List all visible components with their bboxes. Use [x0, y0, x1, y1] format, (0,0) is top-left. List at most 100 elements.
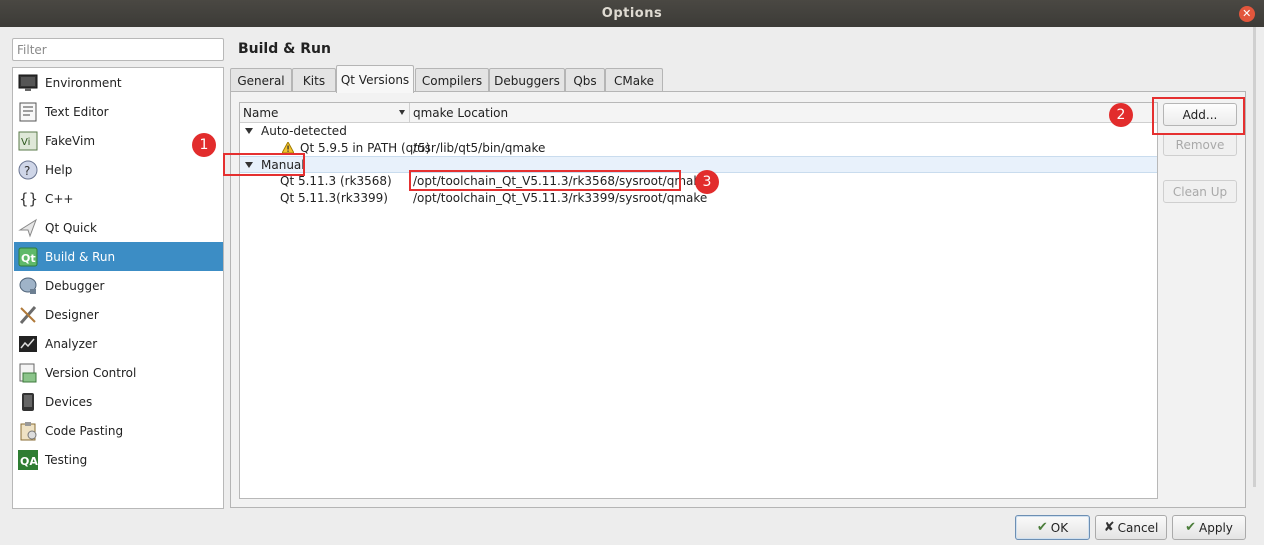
tab-debuggers[interactable]: Debuggers — [489, 68, 565, 92]
remove-button[interactable]: Remove — [1163, 133, 1237, 156]
column-separator[interactable] — [409, 103, 410, 123]
window-title: Options — [601, 6, 663, 21]
window-close-button[interactable]: ✕ — [1239, 6, 1255, 22]
ok-button[interactable]: ✔ OK — [1015, 515, 1090, 540]
tab-qbs[interactable]: Qbs — [565, 68, 605, 92]
category-testing[interactable]: QA Testing — [14, 445, 223, 474]
category-label: Analyzer — [45, 336, 98, 351]
ok-label: OK — [1050, 520, 1069, 535]
cancel-button[interactable]: ✘ Cancel — [1095, 515, 1167, 540]
filter-input[interactable] — [12, 38, 224, 61]
category-label: C++ — [45, 191, 74, 206]
tab-label: Debuggers — [494, 73, 560, 88]
page-title: Build & Run — [238, 41, 331, 57]
tree-row[interactable]: Qt 5.9.5 in PATH (qt5) /usr/lib/qt5/bin/… — [240, 140, 1157, 157]
apply-label: Apply — [1199, 520, 1233, 535]
category-label: Designer — [45, 307, 99, 322]
tree-header: Name qmake Location — [240, 103, 1157, 123]
tree-row[interactable]: Qt 5.11.3(rk3399) /opt/toolchain_Qt_V5.1… — [240, 190, 1157, 207]
category-label: Help — [45, 162, 73, 177]
svg-text:QA: QA — [20, 455, 38, 468]
tab-cmake[interactable]: CMake — [605, 68, 663, 92]
category-help[interactable]: ? Help — [14, 155, 223, 184]
column-header-qmake-location[interactable]: qmake Location — [413, 106, 508, 120]
qmake-location: /usr/lib/qt5/bin/qmake — [413, 141, 546, 155]
checkmark-icon: ✔ — [1185, 520, 1196, 535]
tab-label: CMake — [614, 73, 654, 88]
fakevim-icon: Vi — [17, 130, 39, 152]
category-label: Text Editor — [45, 104, 109, 119]
version-control-icon — [17, 362, 39, 384]
qt-version-name: Qt 5.11.3 (rk3568) — [280, 174, 392, 188]
annotation-number-2: 2 — [1109, 103, 1133, 127]
category-label: Build & Run — [45, 249, 116, 264]
tab-label: Qt Versions — [340, 72, 410, 87]
annotation-box-qmake-path — [409, 170, 681, 191]
category-label: Qt Quick — [45, 220, 97, 235]
annotation-box-add — [1152, 97, 1245, 135]
category-version-control[interactable]: Version Control — [14, 358, 223, 387]
column-header-name[interactable]: Name — [243, 106, 278, 120]
svg-text:Qt: Qt — [21, 252, 36, 265]
qt-version-name: Qt 5.9.5 in PATH (qt5) — [300, 141, 431, 155]
cross-icon: ✘ — [1103, 520, 1115, 535]
apply-button[interactable]: ✔ Apply — [1172, 515, 1246, 540]
annotation-number-3: 3 — [695, 170, 719, 194]
category-designer[interactable]: Designer — [14, 300, 223, 329]
category-label: Debugger — [45, 278, 105, 293]
expand-arrow-icon[interactable] — [245, 128, 253, 134]
tab-qt-versions[interactable]: Qt Versions — [336, 65, 414, 93]
group-label: Auto-detected — [261, 124, 347, 138]
category-build-run[interactable]: Qt Build & Run — [14, 242, 223, 271]
tab-kits[interactable]: Kits — [292, 68, 336, 92]
category-label: Devices — [45, 394, 93, 409]
tab-label: Kits — [302, 73, 326, 88]
chevron-down-icon — [399, 110, 405, 115]
close-icon: ✕ — [1242, 7, 1252, 20]
tab-label: Compilers — [421, 73, 483, 88]
category-devices[interactable]: Devices — [14, 387, 223, 416]
cleanup-button[interactable]: Clean Up — [1163, 180, 1237, 203]
cpp-braces-icon: {} — [17, 188, 39, 210]
tree-group-manual[interactable]: Manual — [240, 156, 1157, 173]
category-code-pasting[interactable]: Code Pasting — [14, 416, 223, 445]
code-pasting-icon — [17, 420, 39, 442]
category-label: Version Control — [45, 365, 137, 380]
category-analyzer[interactable]: Analyzer — [14, 329, 223, 358]
checkmark-icon: ✔ — [1036, 520, 1048, 535]
text-editor-icon — [17, 101, 39, 123]
category-environment[interactable]: Environment — [14, 68, 223, 97]
category-list: Environment Text Editor Vi FakeVim ? Hel… — [12, 67, 224, 509]
tab-label: Qbs — [573, 73, 597, 88]
window-titlebar: Options ✕ — [0, 0, 1264, 27]
monitor-icon — [17, 72, 39, 94]
tab-label: General — [237, 73, 285, 88]
category-label: FakeVim — [45, 133, 96, 148]
category-debugger[interactable]: Debugger — [14, 271, 223, 300]
category-label: Environment — [45, 75, 122, 90]
tab-compilers[interactable]: Compilers — [415, 68, 489, 92]
category-qt-quick[interactable]: Qt Quick — [14, 213, 223, 242]
analyzer-icon — [17, 333, 39, 355]
window-edge-divider — [1253, 27, 1256, 487]
devices-icon — [17, 391, 39, 413]
annotation-number-1: 1 — [192, 133, 216, 157]
help-icon: ? — [17, 159, 39, 181]
category-cpp[interactable]: {} C++ — [14, 184, 223, 213]
qt-versions-tree[interactable]: Name qmake Location Auto-detected Qt 5.9… — [239, 102, 1158, 499]
tree-group-auto-detected[interactable]: Auto-detected — [240, 123, 1157, 140]
qmake-location: /opt/toolchain_Qt_V5.11.3/rk3399/sysroot… — [413, 191, 708, 205]
svg-text:{}: {} — [19, 190, 38, 208]
qt-quick-icon — [17, 217, 39, 239]
tab-general[interactable]: General — [230, 68, 292, 92]
qt-version-name: Qt 5.11.3(rk3399) — [280, 191, 388, 205]
cancel-label: Cancel — [1117, 520, 1159, 535]
svg-text:Vi: Vi — [21, 137, 30, 148]
qt-build-icon: Qt — [17, 246, 39, 268]
designer-icon — [17, 304, 39, 326]
testing-qa-icon: QA — [17, 449, 39, 471]
annotation-box-manual — [223, 153, 305, 176]
category-label: Code Pasting — [45, 423, 124, 438]
category-text-editor[interactable]: Text Editor — [14, 97, 223, 126]
svg-text:?: ? — [24, 164, 30, 178]
